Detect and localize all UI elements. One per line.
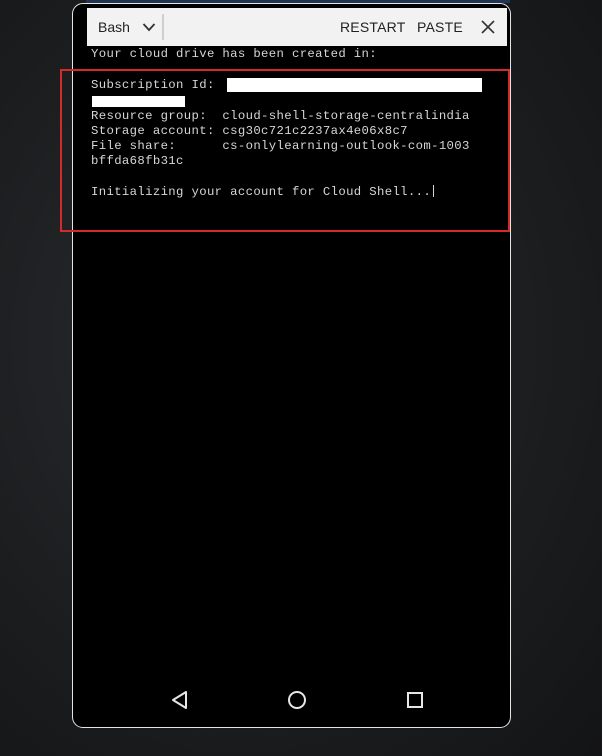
shell-type-dropdown[interactable]: Bash (87, 8, 161, 46)
file-share-line-continued: bffda68fb31c (91, 154, 184, 168)
terminal-cursor (433, 185, 435, 197)
close-icon (481, 20, 495, 34)
phone-frame: Bash RESTART PASTE Your cloud drive has … (72, 3, 511, 728)
android-nav-bar (73, 671, 510, 727)
recent-apps-icon[interactable] (404, 689, 426, 711)
initializing-text: Initializing your account for Cloud Shel… (91, 185, 432, 199)
storage-account-line: Storage account: csg30c721c2237ax4e06x8c… (91, 124, 408, 138)
initializing-line: Initializing your account for Cloud Shel… (91, 185, 435, 199)
toolbar-divider (162, 14, 164, 40)
close-button[interactable] (479, 8, 497, 46)
terminal-output[interactable]: Your cloud drive has been created in: Su… (87, 46, 507, 706)
cloud-shell-toolbar: Bash RESTART PASTE (87, 8, 507, 46)
chevron-down-icon (142, 23, 156, 32)
redacted-subscription-id-continued (92, 96, 185, 107)
subscription-id-label: Subscription Id: (91, 78, 215, 92)
file-share-line: File share: cs-onlylearning-outlook-com-… (91, 139, 470, 153)
restart-button[interactable]: RESTART (340, 8, 405, 46)
redacted-subscription-id (227, 78, 482, 92)
resource-group-line: Resource group: cloud-shell-storage-cent… (91, 109, 470, 123)
shell-type-label: Bash (98, 19, 130, 35)
terminal-line-created: Your cloud drive has been created in: (91, 47, 377, 61)
home-icon[interactable] (286, 689, 308, 711)
back-icon[interactable] (169, 689, 191, 711)
paste-button[interactable]: PASTE (417, 8, 463, 46)
